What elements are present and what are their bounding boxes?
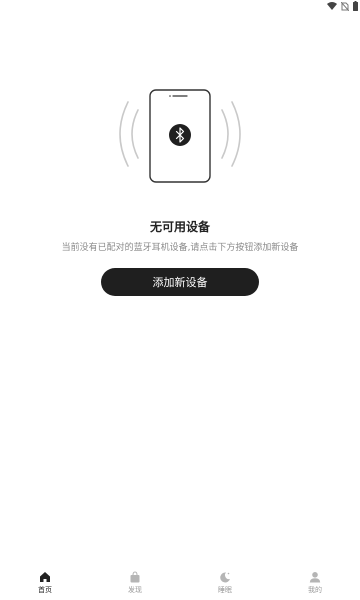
- signal-wave-left-outer: [119, 101, 129, 167]
- tab-discover[interactable]: 发现: [90, 566, 180, 600]
- signal-wave-right-inner: [221, 109, 229, 159]
- no-sim-icon: [341, 1, 349, 11]
- tab-profile[interactable]: 我的: [270, 566, 360, 600]
- status-icons: [327, 1, 358, 11]
- add-new-device-button[interactable]: 添加新设备: [101, 268, 259, 296]
- battery-icon: [353, 1, 358, 11]
- signal-wave-right-outer: [231, 101, 241, 167]
- empty-state-description: 当前没有已配对的蓝牙耳机设备,请点击下方按钮添加新设备: [61, 243, 299, 253]
- tab-home[interactable]: 首页: [0, 566, 90, 600]
- moon-icon: [220, 572, 230, 583]
- bottom-tab-bar: 首页 发现 睡眠 我的: [0, 566, 360, 600]
- empty-state-title: 无可用设备: [149, 220, 210, 234]
- tab-sleep-label: 睡眠: [218, 586, 232, 594]
- phone-bluetooth-illustration: [110, 88, 250, 188]
- bluetooth-icon: [169, 124, 191, 146]
- wifi-icon: [327, 1, 337, 10]
- home-icon: [40, 572, 50, 582]
- profile-icon: [309, 572, 321, 583]
- bag-icon: [130, 571, 140, 583]
- tab-profile-label: 我的: [308, 586, 322, 594]
- tab-home-label: 首页: [38, 586, 52, 594]
- signal-wave-left-inner: [131, 109, 139, 159]
- tab-discover-label: 发现: [128, 586, 142, 594]
- tab-sleep[interactable]: 睡眠: [180, 566, 270, 600]
- status-bar: [0, 0, 360, 14]
